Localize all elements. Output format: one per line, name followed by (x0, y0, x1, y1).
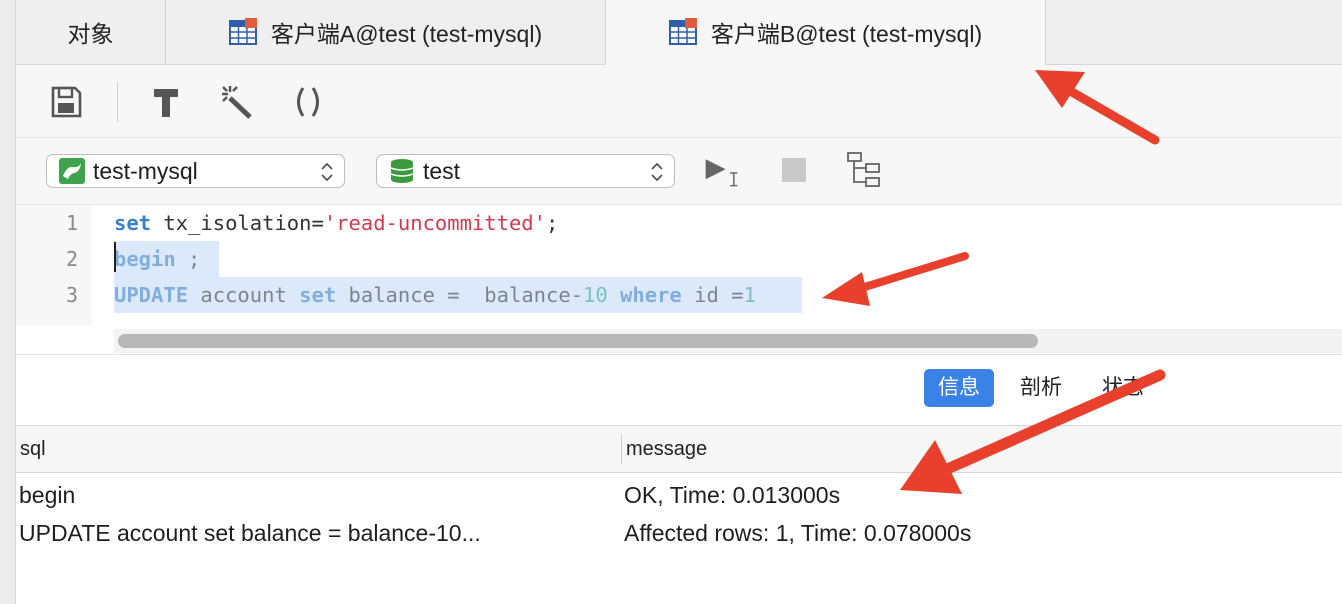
column-header-sql[interactable]: sql (20, 426, 46, 472)
chevron-updown-icon (651, 162, 663, 182)
cell-sql: begin (19, 482, 76, 508)
sql-text: account (188, 283, 300, 307)
magic-wand-icon (222, 86, 252, 119)
save-icon (51, 86, 82, 118)
line-number: 2 (65, 247, 78, 271)
connection-select[interactable]: test-mysql (46, 154, 345, 188)
horizontal-scrollbar[interactable] (114, 329, 1342, 353)
run-selection-icon (705, 159, 738, 187)
stop-icon (782, 158, 806, 182)
autocomplete-button[interactable] (216, 82, 256, 122)
stop-button[interactable] (774, 150, 814, 190)
query-table-icon (228, 18, 257, 45)
cell-message: OK, Time: 0.013000s (624, 482, 841, 508)
tab-objects[interactable]: 对象 (16, 0, 166, 64)
tab-client-b[interactable]: 客户端B@test (test-mysql) (606, 0, 1046, 65)
connection-bar: test-mysql test (16, 138, 1342, 205)
sql-text: balance = balance- (336, 283, 584, 307)
sql-keyword: set (114, 211, 152, 235)
result-tab-bar: 信息 剖析 状态 (16, 354, 1342, 425)
database-select[interactable]: test (376, 154, 675, 188)
text-cursor (114, 242, 116, 272)
mysql-connection-icon (59, 158, 85, 184)
toolbar-divider (117, 82, 118, 122)
sql-number: 1 (743, 283, 756, 307)
hammer-icon (154, 89, 178, 117)
explain-button[interactable] (844, 151, 884, 191)
sql-keyword: UPDATE (114, 283, 189, 307)
beautify-button[interactable] (146, 82, 186, 122)
connection-select-value: test-mysql (93, 157, 198, 184)
sql-text: tx_isolation= (151, 211, 324, 235)
sql-keyword: set (299, 283, 337, 307)
code-line-2: begin ; (114, 241, 219, 277)
run-selected-button[interactable] (702, 152, 742, 192)
editor-toolbar (16, 65, 1342, 138)
tab-profile[interactable]: 剖析 (1006, 369, 1076, 407)
scrollbar-thumb[interactable] (118, 334, 1038, 348)
tab-client-b-label: 客户端B@test (test-mysql) (710, 21, 983, 47)
line-number-gutter: 1 2 3 (16, 205, 92, 325)
sql-editor[interactable]: 1 2 3 set tx_isolation='read-uncommitted… (16, 205, 1342, 353)
sql-keyword: begin (114, 247, 176, 271)
results-grid: sql message begin OK, Time: 0.013000s UP… (16, 425, 1342, 604)
code-line-3: UPDATE account set balance = balance-10 … (114, 277, 802, 313)
parentheses-icon (297, 87, 319, 117)
sql-text: ; (546, 211, 559, 235)
left-panel-edge (0, 0, 16, 604)
sql-text: id = (681, 283, 744, 307)
sql-text: ; (175, 247, 201, 271)
explain-tree-icon (847, 152, 880, 187)
cell-sql: UPDATE account set balance = balance-10.… (19, 520, 481, 546)
chevron-updown-icon (321, 162, 333, 182)
database-select-value: test (423, 157, 461, 184)
column-header-message[interactable]: message (626, 426, 707, 472)
column-divider[interactable] (621, 434, 622, 464)
sql-keyword: where (620, 283, 682, 307)
tab-objects-label: 对象 (67, 21, 114, 47)
save-button[interactable] (46, 82, 86, 122)
line-number: 3 (65, 283, 78, 307)
tab-client-a[interactable]: 客户端A@test (test-mysql) (166, 0, 606, 64)
database-icon (390, 159, 414, 183)
code-line-1: set tx_isolation='read-uncommitted'; (114, 205, 558, 241)
sql-string: 'read-uncommitted' (323, 211, 546, 235)
query-table-icon (668, 18, 697, 45)
tab-client-a-label: 客户端A@test (test-mysql) (270, 21, 543, 47)
sql-number: 10 (583, 283, 608, 307)
cell-message: Affected rows: 1, Time: 0.078000s (624, 520, 972, 546)
tab-status[interactable]: 状态 (1088, 369, 1158, 407)
tab-bar: 对象 客户端A@test (test-mysql) 客户端B@test (tes… (16, 0, 1342, 65)
code-wrap-button[interactable] (288, 82, 328, 122)
tab-message[interactable]: 信息 (924, 369, 994, 407)
grid-header: sql message (16, 425, 1342, 473)
line-number: 1 (65, 211, 78, 235)
